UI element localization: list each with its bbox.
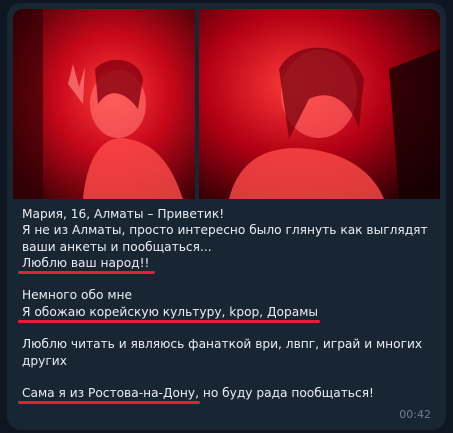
message-line-text: Люблю ваш народ!! <box>22 255 150 270</box>
message-line: Мария, 16, Алматы – Приветик! <box>22 207 225 221</box>
message-line: ваши анкеты и пообщаться... <box>22 239 212 254</box>
red-underline <box>18 401 200 405</box>
message-line: других <box>22 353 67 368</box>
message-timestamp: 00:42 <box>399 408 431 421</box>
message-line-underlined: Я обожаю корейскую культуру, kpop, Дорам… <box>18 304 422 323</box>
red-underline <box>18 270 155 274</box>
message-line-text: Я обожаю корейскую культуру, kpop, Дорам… <box>22 304 319 319</box>
red-underline <box>18 319 320 323</box>
message-line-text: Сама я из Ростова-на-Дону, но буду рада … <box>22 386 374 401</box>
message-line: Я не из Алматы, просто интересно было гл… <box>22 223 428 238</box>
photo-2-image <box>199 9 440 199</box>
message-line: Люблю читать и являюсь фанаткой ври, лвп… <box>22 337 423 352</box>
message-line-underlined: Сама я из Ростова-на-Дону, но буду рада … <box>18 385 422 405</box>
photo-album <box>13 9 446 199</box>
message-line-underlined: Люблю ваш народ!! <box>18 255 422 274</box>
message-bubble: Мария, 16, Алматы – Приветик! Я не из Ал… <box>7 3 446 430</box>
photo-1-image <box>13 9 195 199</box>
photo-1[interactable] <box>13 9 195 199</box>
message-line: Немного обо мне <box>22 288 132 303</box>
message-text: Мария, 16, Алматы – Приветик! Я не из Ал… <box>18 206 428 405</box>
photo-2[interactable] <box>199 9 440 199</box>
